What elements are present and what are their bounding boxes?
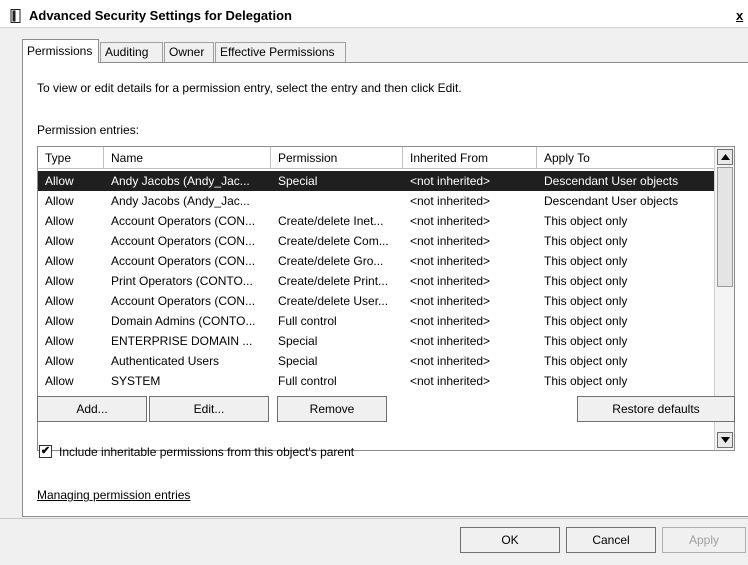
- instructions-text: To view or edit details for a permission…: [37, 81, 462, 95]
- cell-inherited-from: <not inherited>: [410, 314, 491, 328]
- cell-name: Account Operators (CON...: [111, 294, 256, 308]
- tab-effective-permissions[interactable]: Effective Permissions: [215, 42, 346, 62]
- cell-apply-to: This object only: [544, 254, 628, 268]
- cell-name: Account Operators (CON...: [111, 234, 256, 248]
- cell-name: Domain Admins (CONTO...: [111, 314, 256, 328]
- cell-type: Allow: [45, 234, 74, 248]
- cancel-button[interactable]: Cancel: [566, 527, 656, 553]
- permission-entry-row[interactable]: Allow Andy Jacobs (Andy_Jac... <not inheri…: [38, 191, 714, 211]
- footer-divider: [0, 518, 748, 519]
- cell-type: Allow: [45, 354, 74, 368]
- cell-inherited-from: <not inherited>: [410, 254, 491, 268]
- permission-entry-row[interactable]: Allow Account Operators (CON... Create/del…: [38, 231, 714, 251]
- cell-inherited-from: <not inherited>: [410, 234, 491, 248]
- cell-type: Allow: [45, 294, 74, 308]
- cell-permission: Full control: [278, 374, 337, 388]
- list-header: Type Name Permission Inherited From Appl…: [38, 147, 714, 169]
- cell-apply-to: This object only: [544, 294, 628, 308]
- cell-type: Allow: [45, 174, 74, 188]
- cell-permission: Create/delete Com...: [278, 234, 389, 248]
- scroll-thumb[interactable]: [717, 167, 733, 287]
- column-header-inherited-from[interactable]: Inherited From: [403, 147, 537, 169]
- cell-apply-to: Descendant User objects: [544, 194, 679, 208]
- cell-inherited-from: <not inherited>: [410, 274, 491, 288]
- column-header-type[interactable]: Type: [38, 147, 104, 169]
- add-button[interactable]: Add...: [37, 396, 147, 422]
- permission-entry-row[interactable]: Allow Print Operators (CONTO... Create/del…: [38, 271, 714, 291]
- permission-entry-row[interactable]: Allow Account Operators (CON... Create/del…: [38, 251, 714, 271]
- column-header-apply-to[interactable]: Apply To: [537, 147, 714, 169]
- title-bar: Advanced Security Settings for Delegatio…: [0, 0, 748, 28]
- cell-apply-to: Descendant User objects: [544, 174, 679, 188]
- cell-permission: Special: [278, 354, 318, 368]
- cell-name: Authenticated Users: [111, 354, 220, 368]
- cell-type: Allow: [45, 314, 74, 328]
- cell-type: Allow: [45, 194, 74, 208]
- cell-name: Andy Jacobs (Andy_Jac...: [111, 174, 250, 188]
- cell-permission: [271, 191, 403, 211]
- cell-name: Account Operators (CON...: [111, 254, 256, 268]
- cell-permission: Full control: [278, 314, 337, 328]
- cell-inherited-from: <not inherited>: [410, 294, 491, 308]
- cell-apply-to: This object only: [544, 334, 628, 348]
- cell-name: SYSTEM: [111, 374, 161, 388]
- cell-name: Account Operators (CON...: [111, 214, 256, 228]
- permission-entry-row[interactable]: Allow Authenticated Users Special <not inhe…: [38, 351, 714, 371]
- permissions-panel: To view or edit details for a permission…: [22, 62, 748, 517]
- cell-inherited-from: <not inherited>: [410, 354, 491, 368]
- cell-apply-to: This object only: [544, 274, 628, 288]
- cell-type: Allow: [45, 274, 74, 288]
- column-header-name[interactable]: Name: [104, 147, 271, 169]
- cell-name: Andy Jacobs (Andy_Jac...: [111, 194, 250, 208]
- scroll-up-arrow-icon[interactable]: [717, 149, 733, 165]
- window-icon: [10, 9, 22, 23]
- ok-button[interactable]: OK: [460, 527, 560, 553]
- cell-type: Allow: [45, 334, 74, 348]
- cell-type: Allow: [45, 374, 74, 388]
- permission-entry-row[interactable]: Allow SYSTEM Full control <not inherited> Th…: [38, 371, 714, 391]
- tab-permissions[interactable]: Permissions: [22, 39, 99, 63]
- restore-defaults-button[interactable]: Restore defaults: [577, 396, 735, 422]
- cell-apply-to: This object only: [544, 354, 628, 368]
- cell-name: Print Operators (CONTO...: [111, 274, 253, 288]
- cell-permission: Create/delete User...: [278, 294, 389, 308]
- cell-apply-to: This object only: [544, 374, 628, 388]
- cell-inherited-from: <not inherited>: [410, 214, 491, 228]
- cell-inherited-from: <not inherited>: [410, 194, 491, 208]
- cell-apply-to: This object only: [544, 214, 628, 228]
- cell-permission: Special: [278, 334, 318, 348]
- cell-inherited-from: <not inherited>: [410, 374, 491, 388]
- column-header-permission[interactable]: Permission: [271, 147, 403, 169]
- scroll-down-arrow-icon[interactable]: [717, 432, 733, 448]
- permission-entry-row[interactable]: Allow Account Operators (CON... Create/del…: [38, 291, 714, 311]
- include-inheritable-label[interactable]: Include inheritable permissions from thi…: [59, 445, 354, 459]
- cell-permission: Special: [278, 174, 318, 188]
- tab-auditing[interactable]: Auditing: [100, 42, 163, 62]
- remove-button[interactable]: Remove: [277, 396, 387, 422]
- cell-apply-to: This object only: [544, 234, 628, 248]
- apply-button[interactable]: Apply: [662, 527, 746, 553]
- cell-inherited-from: <not inherited>: [410, 334, 491, 348]
- cell-apply-to: This object only: [544, 314, 628, 328]
- cell-name: ENTERPRISE DOMAIN ...: [111, 334, 253, 348]
- cell-permission: Create/delete Gro...: [278, 254, 384, 268]
- permission-entry-row[interactable]: Allow Andy Jacobs (Andy_Jac... Special <not…: [38, 171, 714, 191]
- edit-button[interactable]: Edit...: [149, 396, 269, 422]
- permission-entry-row[interactable]: Allow Domain Admins (CONTO... Full control…: [38, 311, 714, 331]
- permission-entries-label: Permission entries:: [37, 123, 140, 137]
- permission-entry-row[interactable]: Allow Account Operators (CON... Create/del…: [38, 211, 714, 231]
- cell-permission: Create/delete Inet...: [278, 214, 384, 228]
- permission-entry-row[interactable]: Allow ENTERPRISE DOMAIN ... Special <not in…: [38, 331, 714, 351]
- tab-owner[interactable]: Owner: [164, 42, 214, 62]
- include-inheritable-checkbox[interactable]: ✔: [39, 445, 52, 458]
- cell-type: Allow: [45, 214, 74, 228]
- cell-permission: Create/delete Print...: [278, 274, 389, 288]
- cell-inherited-from: <not inherited>: [410, 174, 491, 188]
- window-title: Advanced Security Settings for Delegatio…: [29, 8, 292, 23]
- managing-permission-entries-link[interactable]: Managing permission entries: [37, 488, 190, 502]
- close-button[interactable]: x: [736, 9, 748, 23]
- cell-type: Allow: [45, 254, 74, 268]
- advanced-security-dialog: Advanced Security Settings for Delegatio…: [0, 0, 748, 565]
